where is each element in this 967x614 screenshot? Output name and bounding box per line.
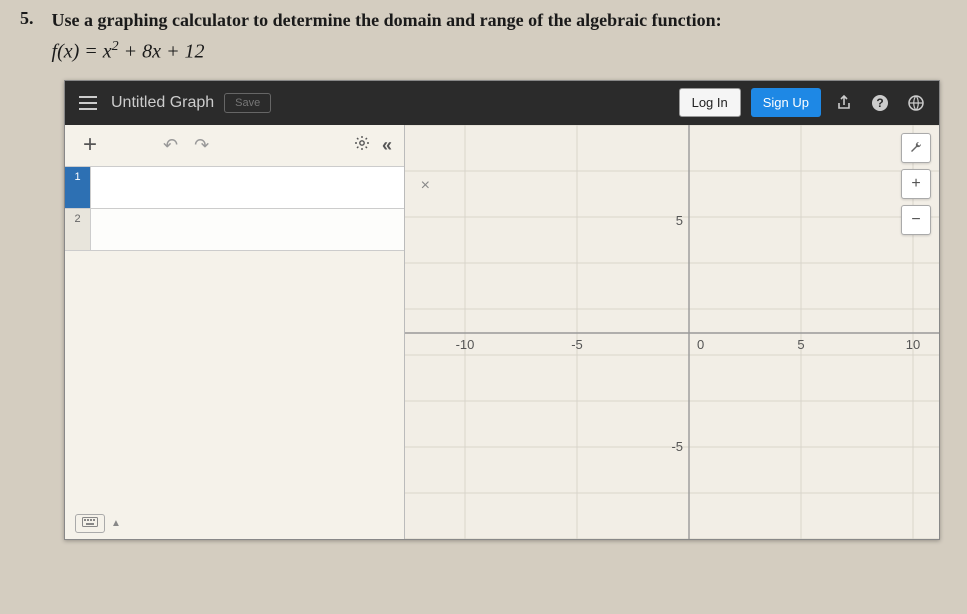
expression-row-1[interactable]: 1 × [65,167,404,209]
collapse-icon[interactable]: « [382,135,392,156]
zoom-in-button[interactable]: + [901,169,931,199]
expression-row-2[interactable]: 2 [65,209,404,251]
top-bar: Untitled Graph Save Log In Sign Up ? [65,81,939,125]
settings-icon[interactable] [354,135,370,156]
keypad-toggle[interactable]: ▲ [65,508,404,539]
question-number: 5. [20,8,34,64]
question-prompt: Use a graphing calculator to determine t… [52,8,948,33]
expression-sidebar: + ↶ ↷ « 1 × 2 [65,125,405,539]
share-icon[interactable] [831,90,857,116]
x-tick-pos10: 10 [906,337,920,352]
expression-input-1[interactable]: × [91,167,404,208]
x-tick-neg5: -5 [571,337,583,352]
undo-icon[interactable]: ↶ [163,135,178,156]
graph-title: Untitled Graph [111,94,214,112]
save-button[interactable]: Save [224,93,271,113]
expression-number: 1 [65,167,91,208]
language-icon[interactable] [903,90,929,116]
y-tick-pos5: 5 [676,213,683,228]
y-tick-neg5: -5 [671,439,683,454]
graph-canvas[interactable]: -10 -5 0 5 10 5 -5 + − [405,125,939,539]
sidebar-toolbar: + ↶ ↷ « [65,125,404,167]
question-text-block: Use a graphing calculator to determine t… [52,8,948,64]
x-tick-neg10: -10 [456,337,475,352]
redo-icon[interactable]: ↷ [194,135,209,156]
zoom-tools: + − [901,133,931,235]
keyboard-icon[interactable] [75,514,105,533]
login-button[interactable]: Log In [679,88,741,117]
graph-settings-button[interactable] [901,133,931,163]
add-expression-button[interactable]: + [77,129,103,161]
expression-input-2[interactable] [91,209,404,250]
help-icon[interactable]: ? [867,90,893,116]
svg-text:?: ? [876,96,883,110]
x-tick-zero: 0 [697,337,704,352]
keypad-arrow-icon: ▲ [111,518,121,529]
graphing-calculator: Untitled Graph Save Log In Sign Up ? + ↶… [64,80,940,540]
signup-button[interactable]: Sign Up [751,88,821,117]
zoom-out-button[interactable]: − [901,205,931,235]
x-tick-pos5: 5 [797,337,804,352]
menu-icon[interactable] [75,92,101,114]
question-formula: f(x) = x2 + 8x + 12 [52,39,948,64]
expression-number: 2 [65,209,91,250]
